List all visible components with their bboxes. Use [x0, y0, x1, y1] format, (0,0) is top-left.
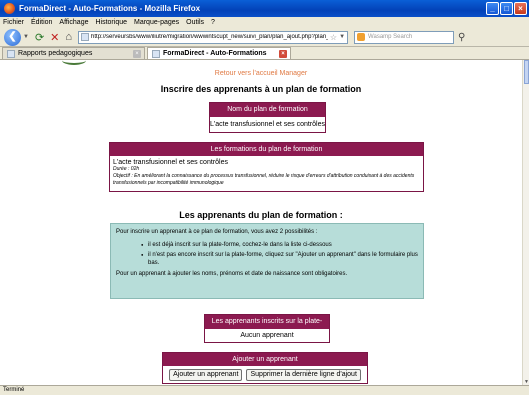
- search-icon[interactable]: ⚲: [458, 32, 465, 43]
- minimize-button[interactable]: _: [486, 2, 499, 15]
- menu-affichage[interactable]: Affichage: [59, 19, 88, 26]
- search-placeholder: Wasamp Search: [368, 34, 413, 40]
- page-content: Retour vers l'accueil Manager Inscrire d…: [0, 60, 522, 385]
- formations-header: Les formations du plan de formation: [110, 143, 423, 156]
- bookmark-star-icon[interactable]: ☆: [328, 33, 339, 42]
- back-to-manager-link[interactable]: Retour vers l'accueil Manager: [0, 70, 522, 77]
- inscrits-box: Les apprenants inscrits sur la plate-for…: [204, 314, 330, 343]
- formation-objectif: Objectif : En améliorant la connaissance…: [113, 173, 415, 186]
- back-button[interactable]: ❮: [4, 28, 21, 46]
- menu-bar: Fichier Édition Affichage Historique Mar…: [0, 17, 529, 28]
- formation-title: L'acte transfusionnel et ses contrôles: [113, 159, 228, 166]
- status-bar: Terminé: [0, 385, 529, 395]
- menu-help[interactable]: ?: [211, 19, 215, 26]
- tab-close-icon[interactable]: ×: [279, 50, 287, 58]
- window-titlebar: FormaDirect - Auto-Formations - Mozilla …: [0, 0, 529, 17]
- menu-fichier[interactable]: Fichier: [3, 19, 24, 26]
- plan-name-header: Nom du plan de formation: [210, 103, 325, 117]
- search-engine-icon[interactable]: [357, 33, 366, 41]
- delete-last-row-button[interactable]: Supprimer la dernière ligne d'ajout: [246, 368, 361, 381]
- tab-formadirect[interactable]: FormaDirect - Auto-Formations ×: [147, 47, 291, 59]
- inscrits-header: Les apprenants inscrits sur la plate-for…: [205, 315, 329, 339]
- inscrits-value: Aucun apprenant: [240, 332, 294, 339]
- info-item: il n'est pas encore inscrit sur la plate…: [141, 251, 418, 267]
- page-title: Inscrire des apprenants à un plan de for…: [160, 84, 362, 94]
- navigation-toolbar: ❮ ▼ ⟳ ✕ ⌂ http://serveursbs/www/iliutre/…: [0, 28, 529, 47]
- menu-marque-pages[interactable]: Marque-pages: [134, 19, 179, 26]
- ajout-box: Ajouter un apprenant Ajouter un apprenan…: [162, 352, 368, 384]
- maximize-button[interactable]: □: [500, 2, 513, 15]
- info-item: il est déjà inscrit sur la plate-forme, …: [141, 241, 418, 249]
- plan-name-box: Nom du plan de formation L'acte transfus…: [209, 102, 326, 133]
- info-intro: Pour inscrire un apprenant à ce plan de …: [116, 229, 318, 235]
- url-text[interactable]: http://serveursbs/www/iliutre/migration/…: [91, 34, 328, 40]
- plan-name-value: L'acte transfusionnel et ses contrôles: [210, 121, 325, 128]
- tab-favicon: [7, 49, 15, 58]
- vertical-scrollbar[interactable]: ▲ ▼: [522, 60, 529, 385]
- ajout-header: Ajouter un apprenant: [163, 353, 367, 366]
- stop-icon[interactable]: ✕: [50, 31, 59, 44]
- tab-label: FormaDirect - Auto-Formations: [163, 50, 267, 57]
- menu-outils[interactable]: Outils: [186, 19, 204, 26]
- tab-close-icon[interactable]: ×: [133, 50, 141, 58]
- formations-body: L'acte transfusionnel et ses contrôles D…: [110, 156, 423, 191]
- url-dropdown-icon[interactable]: ▼: [339, 34, 347, 40]
- tab-rapports[interactable]: Rapports pedagogiques ×: [2, 47, 145, 59]
- ajout-actions: Ajouter un apprenant Supprimer la derniè…: [163, 366, 367, 383]
- page-favicon: [81, 33, 90, 41]
- home-icon[interactable]: ⌂: [65, 31, 72, 43]
- tab-bar: Rapports pedagogiques × FormaDirect - Au…: [0, 47, 529, 60]
- firefox-icon: [4, 3, 15, 14]
- tab-favicon: [152, 49, 160, 58]
- window-title: FormaDirect - Auto-Formations - Mozilla …: [19, 4, 201, 13]
- info-panel: Pour inscrire un apprenant à ce plan de …: [110, 223, 424, 299]
- tab-label: Rapports pedagogiques: [18, 50, 93, 57]
- scrollbar-thumb[interactable]: [524, 60, 529, 84]
- add-apprenant-button[interactable]: Ajouter un apprenant: [169, 368, 243, 381]
- formation-duree: Durée : 02h: [113, 166, 140, 172]
- info-footer: Pour un apprenant à ajouter les noms, pr…: [116, 271, 348, 277]
- menu-edition[interactable]: Édition: [31, 19, 52, 26]
- window-controls: _ □ ×: [486, 2, 527, 15]
- forward-dropdown-icon[interactable]: ▼: [23, 34, 29, 40]
- search-input[interactable]: Wasamp Search: [354, 30, 455, 44]
- address-bar[interactable]: http://serveursbs/www/iliutre/migration/…: [78, 30, 349, 44]
- info-list: il est déjà inscrit sur la plate-forme, …: [141, 241, 418, 267]
- menu-historique[interactable]: Historique: [95, 19, 127, 26]
- formations-box: Les formations du plan de formation L'ac…: [109, 142, 424, 192]
- apprenants-heading: Les apprenants du plan de formation :: [179, 210, 343, 220]
- reload-icon[interactable]: ⟳: [35, 31, 44, 44]
- close-button[interactable]: ×: [514, 2, 527, 15]
- header-decoration: [62, 60, 86, 65]
